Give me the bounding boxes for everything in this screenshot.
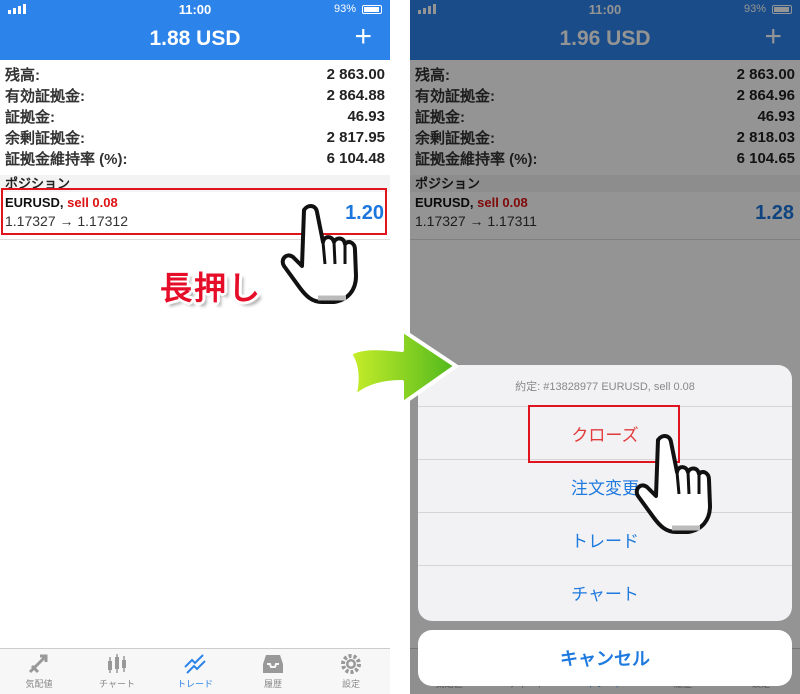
tab-settings[interactable]: 設定 — [312, 649, 390, 694]
row-label: 残高: — [5, 67, 40, 84]
trade-button[interactable]: トレード — [418, 513, 792, 566]
row-value: 46.93 — [347, 108, 385, 125]
pointing-hand-icon — [634, 434, 712, 534]
gear-icon — [341, 654, 361, 674]
row-value: 2 817.95 — [326, 129, 385, 146]
margin-row: 証拠金: 46.93 — [5, 106, 385, 127]
tab-label: トレード — [176, 679, 213, 689]
balance-row: 残高: 2 863.00 — [5, 64, 385, 85]
row-label: 余剰証拠金: — [5, 130, 85, 147]
cancel-button[interactable]: キャンセル — [418, 630, 792, 686]
row-label: 証拠金: — [5, 109, 55, 126]
row-label: 証拠金維持率 (%): — [5, 151, 128, 168]
row-value: 2 864.88 — [326, 87, 385, 104]
tab-label: チャート — [99, 679, 135, 689]
tab-label: 履歴 — [263, 679, 282, 689]
tab-history[interactable]: 履歴 — [234, 649, 312, 694]
tab-quotes[interactable]: 気配値 — [0, 649, 78, 694]
tab-chart[interactable]: チャート — [78, 649, 156, 694]
pointing-hand-icon — [280, 204, 358, 304]
right-arrow-icon — [348, 328, 458, 406]
equity-row: 有効証拠金: 2 864.88 — [5, 85, 385, 106]
candles-icon — [108, 654, 126, 673]
modify-order-button[interactable]: 注文変更 — [418, 460, 792, 513]
quotes-icon — [28, 654, 48, 674]
inbox-icon — [263, 655, 283, 673]
tab-bar: 気配値 チャート トレード 履歴 設定 — [0, 648, 390, 694]
row-value: 6 104.48 — [326, 150, 385, 167]
row-label: 有効証拠金: — [5, 88, 85, 105]
account-summary: 残高: 2 863.00 有効証拠金: 2 864.88 証拠金: 46.93 余剰証… — [0, 60, 390, 169]
margin-level-row: 証拠金維持率 (%): 6 104.48 — [5, 148, 385, 169]
long-press-label: 長押し — [160, 270, 263, 306]
tutorial-screenshot: 11:00 93% 1.88 USD + 残高: 2 863.00 有効証拠金: 2… — [0, 0, 800, 694]
status-bar: 11:00 93% — [0, 0, 390, 18]
action-sheet-header: 約定: #13828977 EURUSD, sell 0.08 — [418, 365, 792, 407]
row-value: 2 863.00 — [326, 66, 385, 83]
action-sheet: 約定: #13828977 EURUSD, sell 0.08 クローズ 注文変… — [418, 365, 792, 621]
chart-button[interactable]: チャート — [418, 566, 792, 619]
profit-title: 1.88 USD — [149, 27, 241, 50]
tab-trade[interactable]: トレード — [156, 649, 234, 694]
nav-bar: 1.88 USD + — [0, 18, 390, 60]
tab-label: 設定 — [341, 679, 360, 689]
right-phone-screen: 11:00 93% 1.96 USD + 残高: 2 863.00 有効証拠金: 2… — [410, 0, 800, 694]
trade-icon — [184, 654, 206, 674]
battery-icon — [362, 4, 382, 14]
status-time: 11:00 — [178, 1, 212, 17]
left-phone-screen: 11:00 93% 1.88 USD + 残高: 2 863.00 有効証拠金: 2… — [0, 0, 390, 694]
tab-label: 気配値 — [25, 679, 53, 689]
add-order-button[interactable]: + — [354, 22, 372, 52]
free-margin-row: 余剰証拠金: 2 817.95 — [5, 127, 385, 148]
